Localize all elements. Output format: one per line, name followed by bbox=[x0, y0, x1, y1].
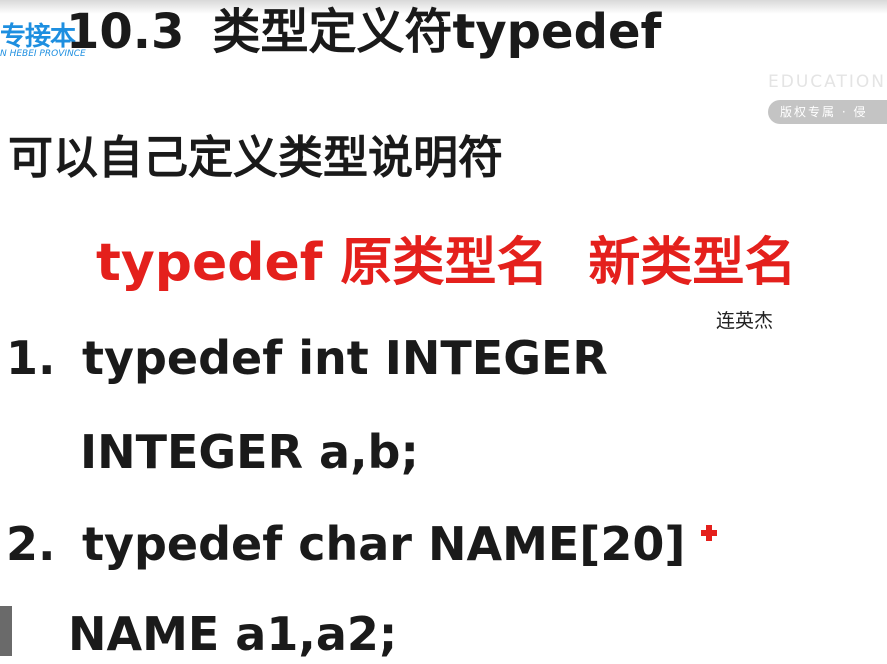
section-number: 10.3 bbox=[66, 4, 185, 60]
logo-text: 专接本 bbox=[0, 22, 76, 52]
watermark-education: EDUCATIONC bbox=[768, 72, 887, 92]
slide-title: 10.3 类型定义符typedef bbox=[66, 2, 661, 62]
example-2-code: typedef char NAME[20] bbox=[82, 517, 686, 571]
syntax-original-type: 原类型名 bbox=[340, 233, 549, 293]
watermark-copyright: 版权专属 · 侵 bbox=[768, 100, 887, 124]
syntax-keyword: typedef bbox=[96, 233, 323, 293]
side-tab bbox=[0, 606, 12, 656]
pointer-cross-icon bbox=[701, 525, 717, 541]
title-text: 类型定义符typedef bbox=[212, 4, 662, 60]
syntax-line: typedef 原类型名 新类型名 bbox=[96, 228, 796, 298]
example-1-definition: 1. typedef int INTEGER bbox=[6, 328, 608, 388]
subtitle: 可以自己定义类型说明符 bbox=[8, 131, 504, 184]
example-1-usage: INTEGER a,b; bbox=[80, 425, 419, 479]
syntax-new-type: 新类型名 bbox=[588, 233, 797, 293]
example-1-code: typedef int INTEGER bbox=[82, 331, 608, 385]
example-2-definition: 2. typedef char NAME[20] bbox=[6, 514, 685, 574]
example-2-usage: NAME a1,a2; bbox=[68, 607, 398, 661]
example-2-number: 2. bbox=[6, 517, 56, 571]
example-1-number: 1. bbox=[6, 331, 56, 385]
author-name: 连英杰 bbox=[716, 310, 774, 332]
